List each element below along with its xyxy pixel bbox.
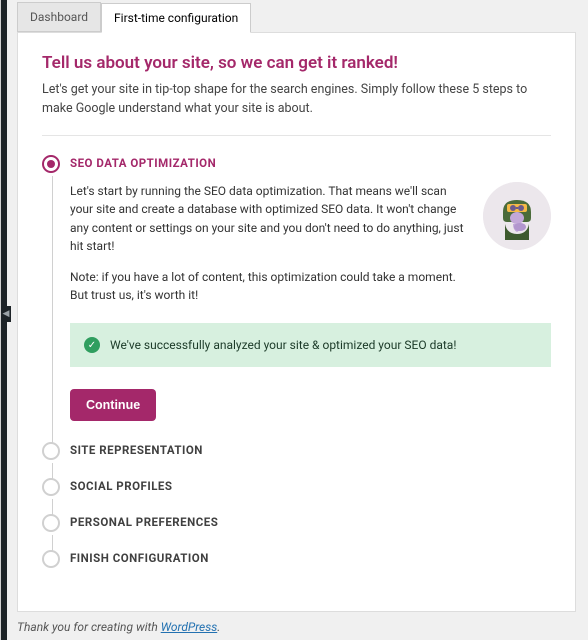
step-title-social-profiles: SOCIAL PROFILES: [70, 479, 551, 493]
step-marker: [42, 550, 60, 568]
continue-button[interactable]: Continue: [70, 389, 156, 421]
tab-first-time-configuration[interactable]: First-time configuration: [101, 3, 251, 33]
tab-dashboard[interactable]: Dashboard: [17, 2, 101, 32]
description-text: Let's start by running the SEO data opti…: [70, 182, 469, 318]
paragraph-1: Let's start by running the SEO data opti…: [70, 182, 469, 256]
step-finish-configuration[interactable]: FINISH CONFIGURATION: [70, 551, 551, 587]
page-container: ◀ Dashboard First-time configuration Tel…: [0, 0, 588, 640]
config-card: Tell us about your site, so we can get i…: [17, 32, 576, 612]
step-connector: [52, 176, 53, 446]
step-social-profiles[interactable]: SOCIAL PROFILES: [70, 479, 551, 515]
wordpress-link[interactable]: WordPress: [161, 620, 218, 634]
tabs-bar: Dashboard First-time configuration: [1, 2, 588, 32]
step-marker: [42, 514, 60, 532]
step-seo-data-optimization: SEO DATA OPTIMIZATION Let's start by run…: [70, 156, 551, 444]
step-marker-active: [42, 155, 60, 173]
divider: [42, 135, 551, 136]
step-body-seo: Let's start by running the SEO data opti…: [70, 182, 551, 422]
researcher-icon: [483, 182, 551, 250]
collapse-menu-icon[interactable]: ◀: [1, 306, 11, 322]
stepper: SEO DATA OPTIMIZATION Let's start by run…: [42, 156, 551, 588]
footer-period: .: [217, 620, 220, 634]
success-message: We've successfully analyzed your site & …: [110, 338, 456, 352]
success-banner: ✓ We've successfully analyzed your site …: [70, 323, 551, 367]
step-marker: [42, 442, 60, 460]
page-subtitle: Let's get your site in tip-top shape for…: [42, 81, 551, 119]
researcher-illustration: [483, 182, 551, 250]
step-title-personal-preferences: PERSONAL PREFERENCES: [70, 515, 551, 529]
step-title-finish-configuration: FINISH CONFIGURATION: [70, 551, 551, 565]
footer: Thank you for creating with WordPress.: [17, 620, 220, 634]
description-row: Let's start by running the SEO data opti…: [70, 182, 551, 318]
step-title-site-representation: SITE REPRESENTATION: [70, 443, 551, 457]
footer-text: Thank you for creating with: [17, 620, 161, 634]
paragraph-2: Note: if you have a lot of content, this…: [70, 268, 469, 305]
page-title: Tell us about your site, so we can get i…: [42, 53, 551, 73]
step-site-representation[interactable]: SITE REPRESENTATION: [70, 443, 551, 479]
step-title-seo: SEO DATA OPTIMIZATION: [70, 156, 551, 170]
step-personal-preferences[interactable]: PERSONAL PREFERENCES: [70, 515, 551, 551]
step-marker: [42, 478, 60, 496]
checkmark-icon: ✓: [84, 337, 100, 353]
